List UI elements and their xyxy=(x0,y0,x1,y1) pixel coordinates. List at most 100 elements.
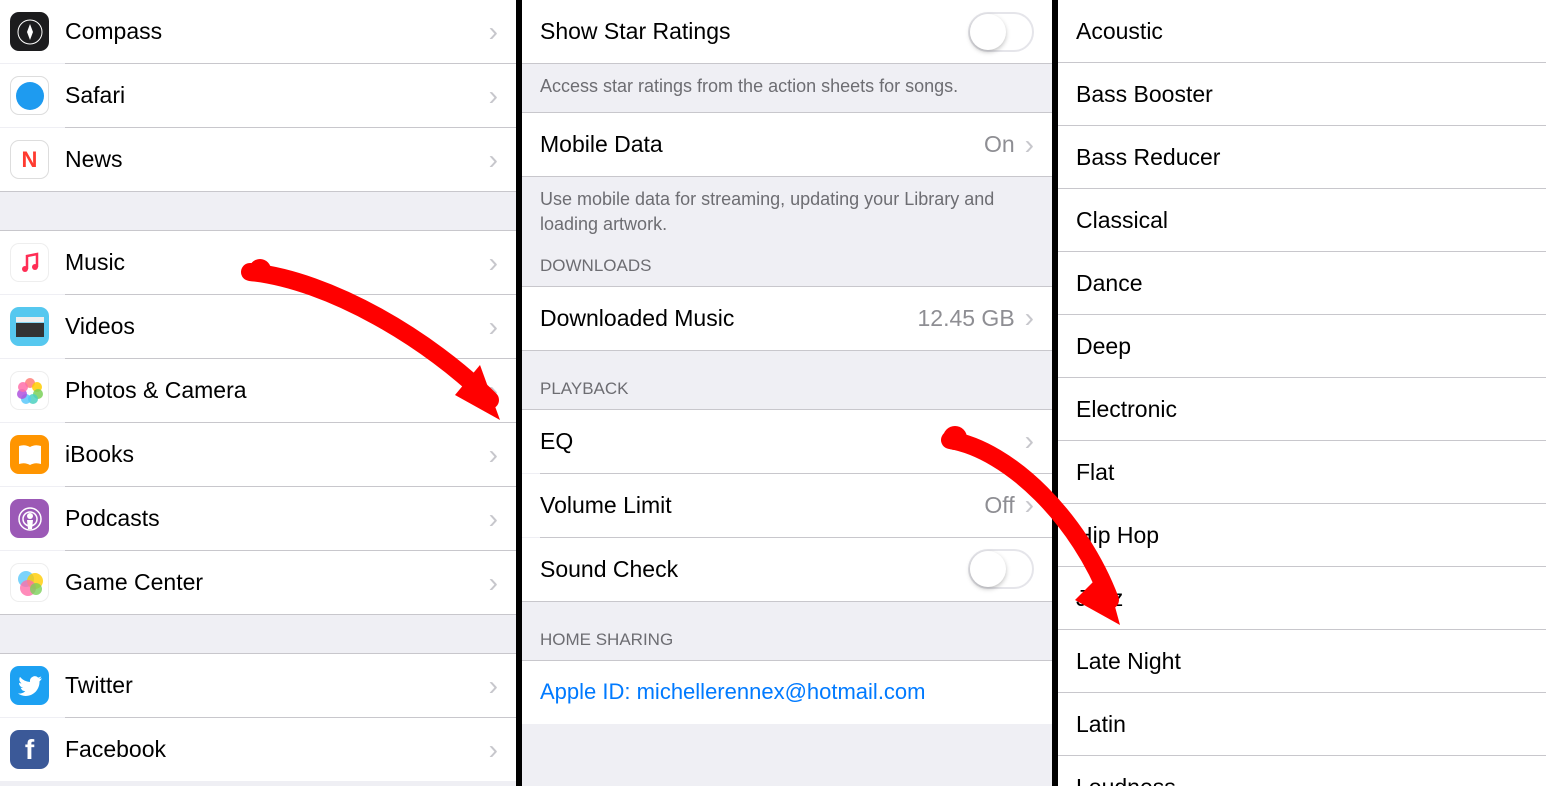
eq-preset-jazz[interactable]: Jazz xyxy=(1058,567,1546,630)
sound-check-row[interactable]: Sound Check xyxy=(522,538,1052,601)
chevron-right-icon: › xyxy=(1025,489,1034,521)
row-value: On xyxy=(984,131,1015,158)
chevron-right-icon: › xyxy=(489,16,498,48)
settings-label: Facebook xyxy=(65,736,489,763)
row-value: 12.45 GB xyxy=(917,305,1014,332)
settings-label: Safari xyxy=(65,82,489,109)
mobile-data-footer: Use mobile data for streaming, updating … xyxy=(522,177,1052,250)
chevron-right-icon: › xyxy=(1025,425,1034,457)
eq-preset-electronic[interactable]: Electronic xyxy=(1058,378,1546,441)
settings-row-compass[interactable]: Compass › xyxy=(0,0,516,63)
row-label: Sound Check xyxy=(540,556,968,583)
preset-label: Deep xyxy=(1076,333,1131,360)
playback-header: PLAYBACK xyxy=(522,351,1052,409)
row-label: Downloaded Music xyxy=(540,305,917,332)
preset-label: Bass Booster xyxy=(1076,81,1213,108)
settings-label: iBooks xyxy=(65,441,489,468)
settings-row-facebook[interactable]: f Facebook › xyxy=(0,718,516,781)
twitter-icon xyxy=(10,666,49,705)
chevron-right-icon: › xyxy=(489,144,498,176)
settings-panel: Compass › Safari › N News › Music › Vide… xyxy=(0,0,522,786)
star-ratings-footer: Access star ratings from the action shee… xyxy=(522,63,1052,112)
settings-label: Twitter xyxy=(65,672,489,699)
preset-label: Classical xyxy=(1076,207,1168,234)
safari-icon xyxy=(10,76,49,115)
downloads-header: DOWNLOADS xyxy=(522,250,1052,286)
settings-row-music[interactable]: Music › xyxy=(0,231,516,294)
settings-label: News xyxy=(65,146,489,173)
eq-preset-bass-reducer[interactable]: Bass Reducer xyxy=(1058,126,1546,189)
chevron-right-icon: › xyxy=(489,375,498,407)
section-gap xyxy=(0,191,516,231)
settings-label: Music xyxy=(65,249,489,276)
row-label: Volume Limit xyxy=(540,492,984,519)
news-icon: N xyxy=(10,140,49,179)
preset-label: Hip Hop xyxy=(1076,522,1159,549)
settings-row-gamecenter[interactable]: Game Center › xyxy=(0,551,516,614)
eq-preset-late-night[interactable]: Late Night xyxy=(1058,630,1546,693)
apple-id-row[interactable]: Apple ID: michellerennex@hotmail.com xyxy=(522,661,1052,724)
eq-preset-loudness[interactable]: Loudness xyxy=(1058,756,1546,786)
settings-label: Podcasts xyxy=(65,505,489,532)
star-ratings-toggle[interactable] xyxy=(968,12,1034,52)
settings-label: Photos & Camera xyxy=(65,377,489,404)
settings-label: Compass xyxy=(65,18,489,45)
facebook-icon: f xyxy=(10,730,49,769)
chevron-right-icon: › xyxy=(489,734,498,766)
settings-row-ibooks[interactable]: iBooks › xyxy=(0,423,516,486)
eq-preset-dance[interactable]: Dance xyxy=(1058,252,1546,315)
chevron-right-icon: › xyxy=(1025,129,1034,161)
chevron-right-icon: › xyxy=(489,670,498,702)
eq-preset-classical[interactable]: Classical xyxy=(1058,189,1546,252)
eq-row[interactable]: EQ › xyxy=(522,410,1052,473)
preset-label: Bass Reducer xyxy=(1076,144,1220,171)
settings-row-safari[interactable]: Safari › xyxy=(0,64,516,127)
eq-preset-bass-booster[interactable]: Bass Booster xyxy=(1058,63,1546,126)
compass-icon xyxy=(10,12,49,51)
show-star-ratings-row[interactable]: Show Star Ratings xyxy=(522,0,1052,63)
photos-icon xyxy=(10,371,49,410)
preset-label: Flat xyxy=(1076,459,1114,486)
row-value: Off xyxy=(984,492,1014,519)
settings-row-photos[interactable]: Photos & Camera › xyxy=(0,359,516,422)
chevron-right-icon: › xyxy=(489,247,498,279)
chevron-right-icon: › xyxy=(489,80,498,112)
chevron-right-icon: › xyxy=(489,503,498,535)
chevron-right-icon: › xyxy=(489,439,498,471)
row-label: EQ xyxy=(540,428,1025,455)
eq-presets-panel: Acoustic Bass Booster Bass Reducer Class… xyxy=(1058,0,1546,786)
home-sharing-header: HOME SHARING xyxy=(522,602,1052,660)
eq-preset-acoustic[interactable]: Acoustic xyxy=(1058,0,1546,63)
settings-label: Game Center xyxy=(65,569,489,596)
podcasts-icon xyxy=(10,499,49,538)
chevron-right-icon: › xyxy=(489,311,498,343)
eq-preset-deep[interactable]: Deep xyxy=(1058,315,1546,378)
music-settings-panel: Show Star Ratings Access star ratings fr… xyxy=(522,0,1058,786)
volume-limit-row[interactable]: Volume Limit Off › xyxy=(522,474,1052,537)
preset-label: Electronic xyxy=(1076,396,1177,423)
mobile-data-row[interactable]: Mobile Data On › xyxy=(522,113,1052,176)
gamecenter-icon xyxy=(10,563,49,602)
eq-preset-hip-hop[interactable]: Hip Hop xyxy=(1058,504,1546,567)
ibooks-icon xyxy=(10,435,49,474)
settings-row-videos[interactable]: Videos › xyxy=(0,295,516,358)
preset-label: Dance xyxy=(1076,270,1142,297)
settings-label: Videos xyxy=(65,313,489,340)
settings-row-podcasts[interactable]: Podcasts › xyxy=(0,487,516,550)
music-icon xyxy=(10,243,49,282)
chevron-right-icon: › xyxy=(1025,302,1034,334)
settings-row-news[interactable]: N News › xyxy=(0,128,516,191)
preset-label: Acoustic xyxy=(1076,18,1163,45)
eq-preset-flat[interactable]: Flat xyxy=(1058,441,1546,504)
downloaded-music-row[interactable]: Downloaded Music 12.45 GB › xyxy=(522,287,1052,350)
row-label: Mobile Data xyxy=(540,131,984,158)
apple-id-link[interactable]: Apple ID: michellerennex@hotmail.com xyxy=(540,679,926,705)
videos-icon xyxy=(10,307,49,346)
preset-label: Late Night xyxy=(1076,648,1181,675)
preset-label: Jazz xyxy=(1076,585,1123,612)
sound-check-toggle[interactable] xyxy=(968,549,1034,589)
section-gap xyxy=(0,614,516,654)
eq-preset-latin[interactable]: Latin xyxy=(1058,693,1546,756)
row-label: Show Star Ratings xyxy=(540,18,968,45)
settings-row-twitter[interactable]: Twitter › xyxy=(0,654,516,717)
